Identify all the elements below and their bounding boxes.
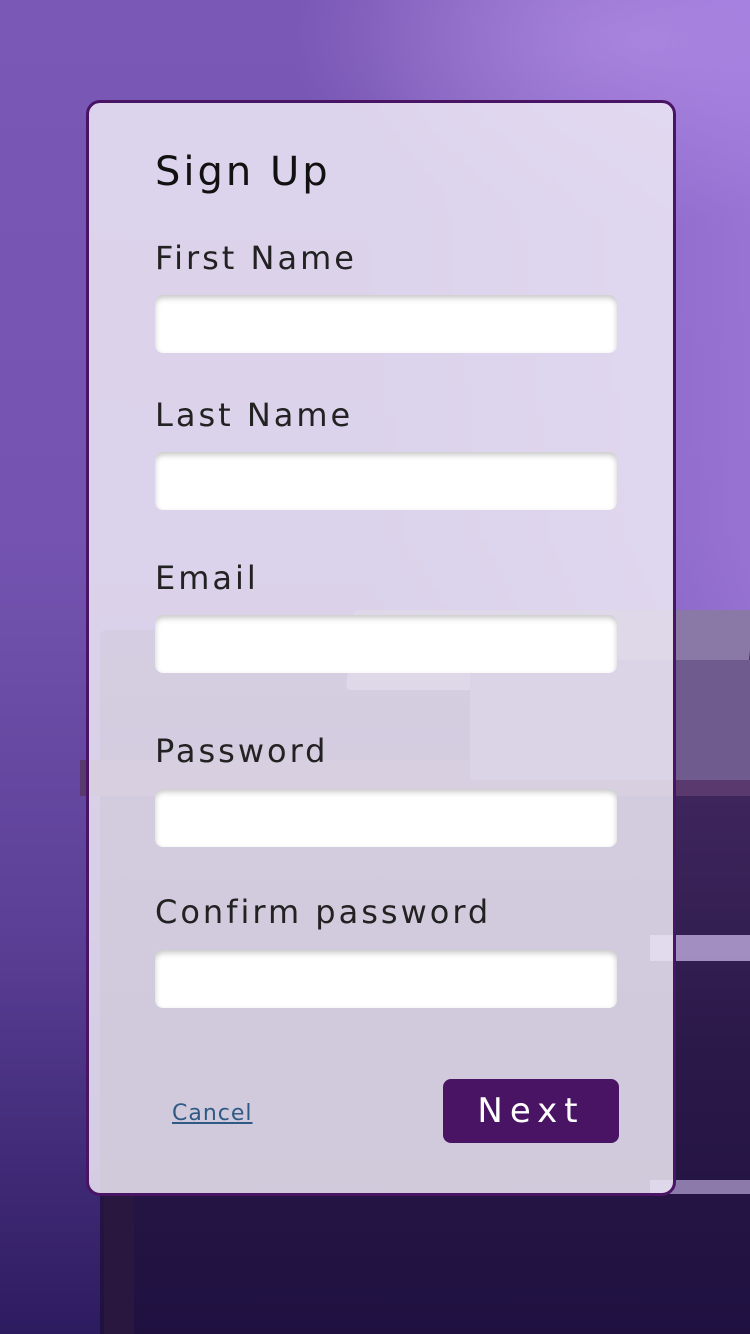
password-label: Password [155,732,329,770]
page-title: Sign Up [155,149,331,195]
password-field[interactable] [155,789,617,847]
screen: Sign Up First Name Last Name Email Passw… [0,0,750,1334]
first-name-field[interactable] [155,295,617,353]
last-name-label: Last Name [155,396,354,434]
cancel-link[interactable]: Cancel [172,1101,253,1126]
next-button[interactable]: Next [443,1079,619,1143]
email-field[interactable] [155,615,617,673]
signup-card: Sign Up First Name Last Name Email Passw… [86,100,676,1196]
last-name-field[interactable] [155,452,617,510]
confirm-password-label: Confirm password [155,893,492,931]
confirm-password-field[interactable] [155,950,617,1008]
first-name-label: First Name [155,239,357,277]
background-table-leg [104,1180,134,1334]
email-label: Email [155,559,259,597]
